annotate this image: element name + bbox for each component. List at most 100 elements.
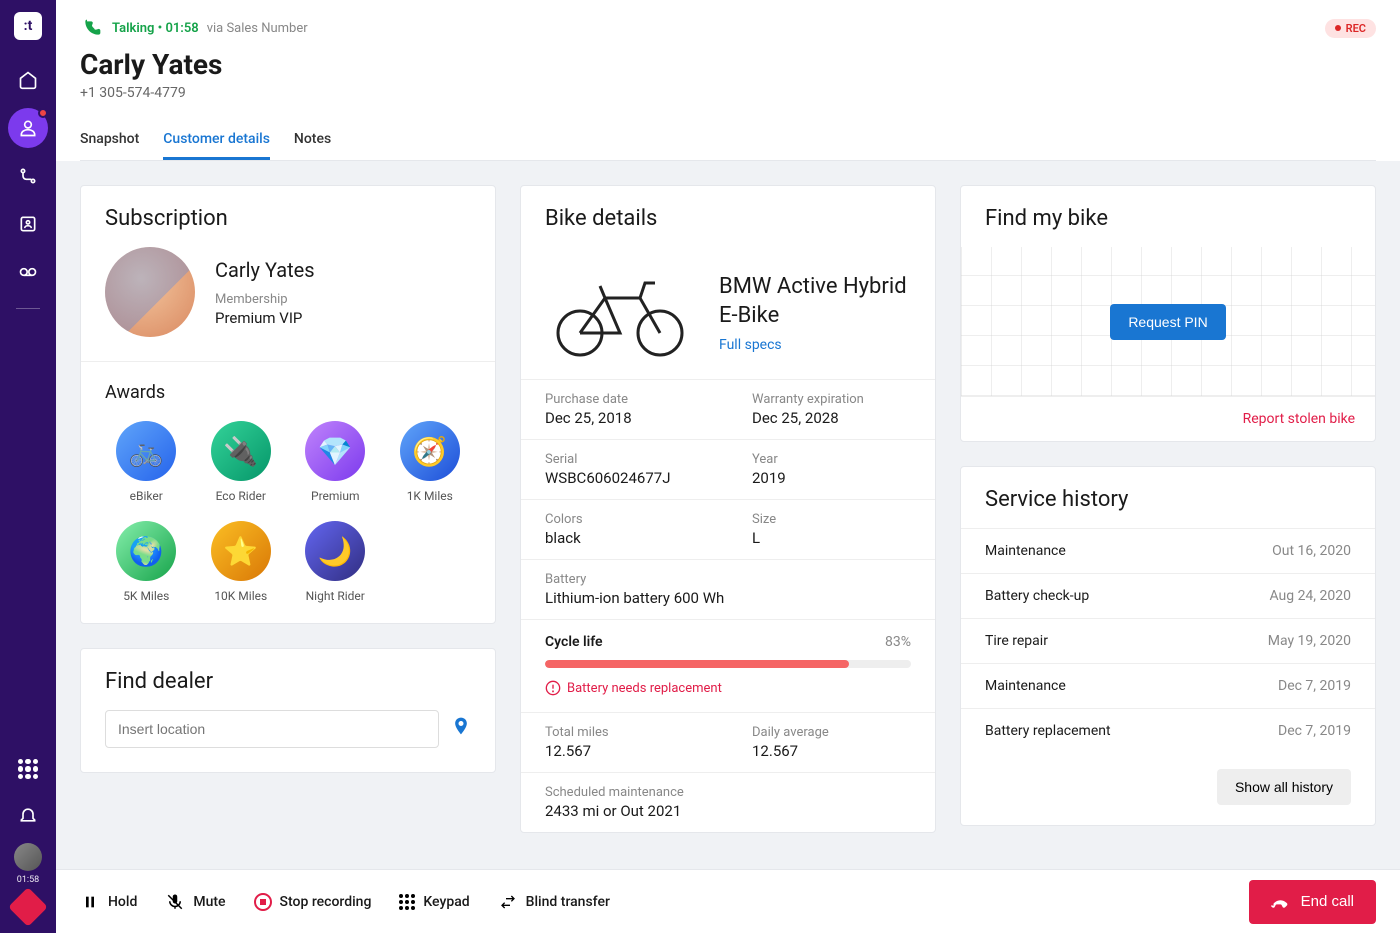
- active-call-indicator[interactable]: [8, 887, 48, 927]
- history-row: MaintenanceOut 16, 2020: [961, 528, 1375, 573]
- tab-notes[interactable]: Notes: [294, 121, 331, 160]
- nav-notifications[interactable]: [8, 795, 48, 835]
- nav-sidebar: :t 01:58: [0, 0, 56, 933]
- subscription-title: Subscription: [81, 186, 495, 247]
- award-premium: 💎Premium: [294, 421, 377, 503]
- cycle-life-progress: [545, 660, 911, 668]
- report-stolen-link[interactable]: Report stolen bike: [961, 397, 1375, 441]
- award-10k-miles: ⭐10K Miles: [200, 521, 283, 603]
- pause-icon: [80, 892, 100, 912]
- find-my-bike-card: Find my bike Request PIN Report stolen b…: [960, 185, 1376, 442]
- nav-voicemail[interactable]: [8, 252, 48, 292]
- warning-icon: [545, 680, 561, 696]
- bike-details-title: Bike details: [521, 186, 935, 247]
- scheduled-maint-label: Scheduled maintenance: [545, 785, 911, 800]
- blind-transfer-button[interactable]: Blind transfer: [498, 892, 610, 912]
- daily-avg-value: 12.567: [752, 742, 911, 760]
- size-label: Size: [752, 512, 911, 527]
- nav-directory[interactable]: [8, 204, 48, 244]
- phone-hangup-icon: [1271, 892, 1291, 912]
- apps-icon[interactable]: [18, 759, 38, 779]
- battery-label: Battery: [545, 572, 911, 587]
- app-logo[interactable]: :t: [14, 12, 42, 40]
- purchase-date-value: Dec 25, 2018: [545, 409, 704, 427]
- call-controls-bar: Hold Mute Stop recording Keypad Blind tr…: [56, 869, 1400, 933]
- map-view[interactable]: Request PIN: [961, 247, 1375, 397]
- service-history-card: Service history MaintenanceOut 16, 2020 …: [960, 466, 1376, 826]
- location-input[interactable]: [105, 710, 439, 748]
- tab-snapshot[interactable]: Snapshot: [80, 121, 139, 160]
- hold-button[interactable]: Hold: [80, 892, 137, 912]
- divider: [16, 308, 40, 309]
- keypad-icon: [399, 894, 415, 910]
- award-night-rider: 🌙Night Rider: [294, 521, 377, 603]
- scheduled-maint-value: 2433 mi or Out 2021: [545, 802, 911, 820]
- recording-badge: REC: [1325, 19, 1376, 38]
- battery-value: Lithium-ion battery 600 Wh: [545, 589, 911, 607]
- colors-value: black: [545, 529, 704, 547]
- serial-label: Serial: [545, 452, 704, 467]
- contact-card-icon: [18, 214, 38, 234]
- full-specs-link[interactable]: Full specs: [719, 337, 911, 353]
- home-icon: [18, 70, 38, 90]
- show-all-history-button[interactable]: Show all history: [1217, 769, 1351, 805]
- cycle-life-label: Cycle life: [545, 634, 603, 650]
- nav-contacts[interactable]: [8, 108, 48, 148]
- history-row: MaintenanceDec 7, 2019: [961, 663, 1375, 708]
- call-timer: 01:58: [17, 875, 39, 885]
- history-row: Battery check-upAug 24, 2020: [961, 573, 1375, 618]
- nav-flows[interactable]: [8, 156, 48, 196]
- request-pin-button[interactable]: Request PIN: [1110, 304, 1225, 340]
- keypad-button[interactable]: Keypad: [399, 894, 469, 910]
- year-value: 2019: [752, 469, 911, 487]
- customer-avatar: [105, 247, 195, 337]
- subscription-card: Subscription Carly Yates Membership Prem…: [80, 185, 496, 624]
- customer-name: Carly Yates: [215, 258, 315, 282]
- total-miles-value: 12.567: [545, 742, 704, 760]
- bike-image: [545, 263, 695, 363]
- tab-customer-details[interactable]: Customer details: [163, 121, 270, 160]
- awards-title: Awards: [105, 382, 471, 403]
- mute-icon: [165, 892, 185, 912]
- history-row: Battery replacementDec 7, 2019: [961, 708, 1375, 753]
- find-dealer-card: Find dealer: [80, 648, 496, 773]
- bike-details-card: Bike details BMW Active Hybrid E-Bike Fu…: [520, 185, 936, 833]
- size-value: L: [752, 529, 911, 547]
- purchase-date-label: Purchase date: [545, 392, 704, 407]
- phone-icon: [80, 16, 104, 40]
- voicemail-icon: [18, 262, 38, 282]
- history-row: Tire repairMay 19, 2020: [961, 618, 1375, 663]
- location-pin-icon[interactable]: [451, 714, 471, 744]
- call-source: via Sales Number: [207, 21, 308, 36]
- bike-name: BMW Active Hybrid E-Bike: [719, 273, 911, 330]
- page-header: Talking • 01:58 via Sales Number REC Car…: [56, 0, 1400, 161]
- tabs: Snapshot Customer details Notes: [80, 121, 1376, 161]
- award-ebiker: 🚲eBiker: [105, 421, 188, 503]
- contact-phone: +1 305-574-4779: [80, 85, 1376, 101]
- user-avatar[interactable]: [14, 843, 42, 871]
- stop-recording-icon: [254, 893, 272, 911]
- service-history-title: Service history: [961, 467, 1375, 528]
- mute-button[interactable]: Mute: [165, 892, 225, 912]
- nav-home[interactable]: [8, 60, 48, 100]
- find-my-bike-title: Find my bike: [961, 186, 1375, 247]
- transfer-icon: [498, 892, 518, 912]
- flow-icon: [18, 166, 38, 186]
- bell-icon: [18, 805, 38, 825]
- find-dealer-title: Find dealer: [81, 649, 495, 710]
- contact-name: Carly Yates: [80, 48, 1376, 81]
- award-eco-rider: 🔌Eco Rider: [200, 421, 283, 503]
- colors-label: Colors: [545, 512, 704, 527]
- award-1k-miles: 🧭1K Miles: [389, 421, 472, 503]
- end-call-button[interactable]: End call: [1249, 880, 1376, 924]
- total-miles-label: Total miles: [545, 725, 704, 740]
- daily-avg-label: Daily average: [752, 725, 911, 740]
- membership-label: Membership: [215, 292, 315, 307]
- awards-grid: 🚲eBiker 🔌Eco Rider 💎Premium 🧭1K Miles 🌍5…: [105, 421, 471, 603]
- award-5k-miles: 🌍5K Miles: [105, 521, 188, 603]
- year-label: Year: [752, 452, 911, 467]
- person-icon: [18, 118, 38, 138]
- stop-recording-button[interactable]: Stop recording: [254, 893, 372, 911]
- battery-warning: Battery needs replacement: [545, 680, 911, 696]
- warranty-value: Dec 25, 2028: [752, 409, 911, 427]
